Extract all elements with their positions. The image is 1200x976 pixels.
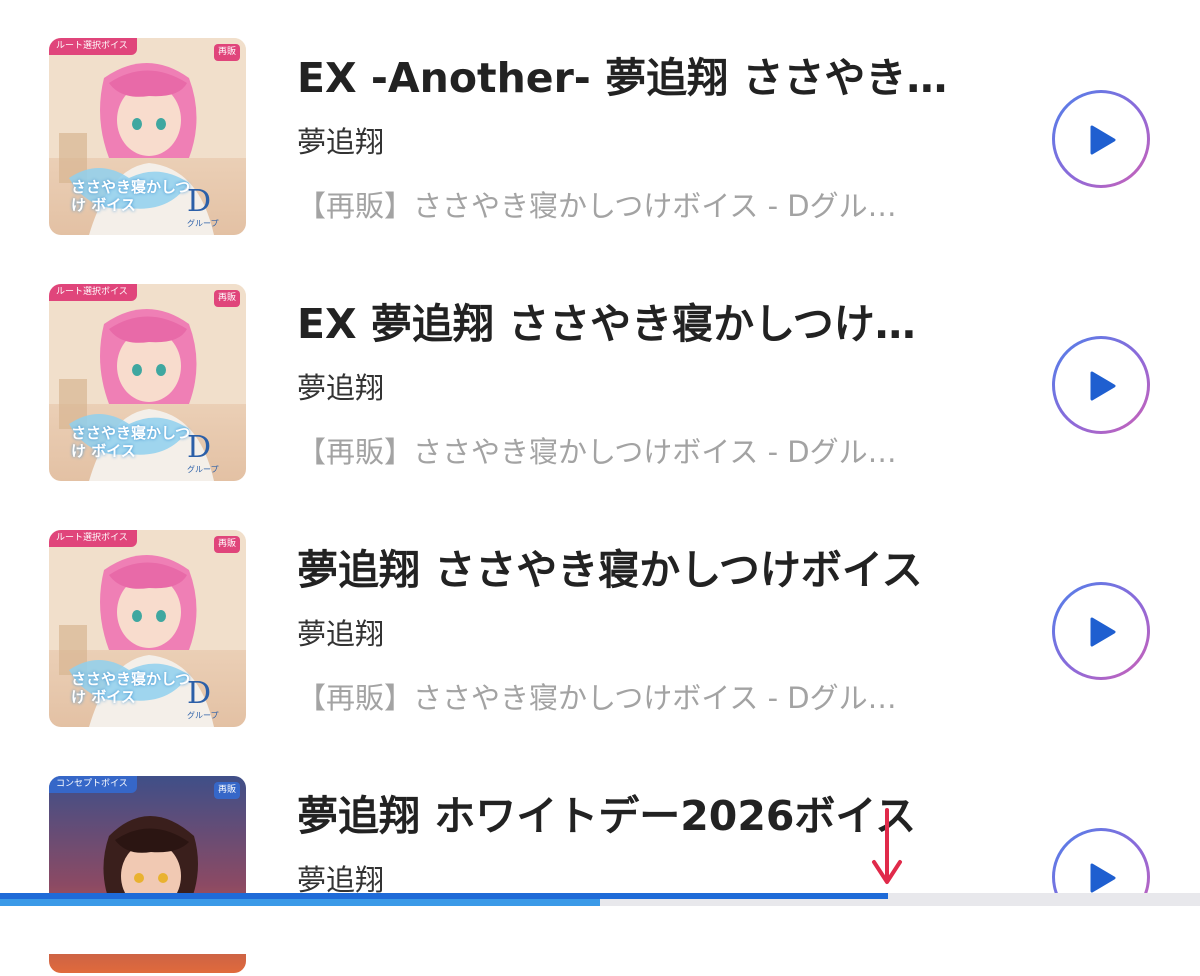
play-icon [1090, 617, 1116, 647]
thumb-logo: ささやき寝かしつけ ボイス [71, 424, 191, 460]
play-icon [1090, 371, 1116, 401]
track-thumbnail: ルート選択ボイス 再販 ささやき寝かしつけ ボイス D グループ [49, 284, 246, 481]
track-thumbnail: ルート選択ボイス 再販 ささやき寝かしつけ ボイス D グループ [49, 38, 246, 235]
thumb-group-letter: D [187, 184, 212, 219]
track-description: 【再販】ささやき寝かしつけボイス - Dグル… [297, 189, 897, 223]
resale-badge: 再販 [213, 782, 240, 799]
resale-badge: 再販 [213, 290, 240, 307]
thumb-group-label: グループ [187, 219, 219, 228]
progress-played [0, 893, 888, 899]
resale-badge: 再販 [213, 536, 240, 553]
down-arrow-icon [872, 808, 902, 884]
track-row[interactable]: ルート選択ボイス 再販 ささやき寝かしつけ ボイス D グループ EX 夢追翔 … [0, 284, 1200, 484]
play-button[interactable] [1052, 582, 1150, 680]
thumb-logo: ささやき寝かしつけ ボイス [71, 178, 191, 214]
track-thumbnail: ルート選択ボイス 再販 ささやき寝かしつけ ボイス D グループ [49, 530, 246, 727]
track-artist: 夢追翔 [297, 371, 385, 405]
thumb-tag: ルート選択ボイス [49, 38, 137, 55]
track-list: ルート選択ボイス 再販 ささやき寝かしつけ ボイス D グループ EX -Ano… [0, 0, 1200, 973]
track-artist: 夢追翔 [297, 125, 385, 159]
play-button[interactable] [1052, 336, 1150, 434]
track-row[interactable]: ルート選択ボイス 再販 ささやき寝かしつけ ボイス D グループ 夢追翔 ささや… [0, 530, 1200, 730]
bottom-area [0, 906, 1200, 954]
thumb-group-letter: D [187, 430, 212, 465]
play-icon [1090, 863, 1116, 893]
track-row[interactable]: ルート選択ボイス 再販 ささやき寝かしつけ ボイス D グループ EX -Ano… [0, 38, 1200, 238]
track-title: EX -Another- 夢追翔 ささやき… [297, 54, 948, 102]
thumb-logo: ささやき寝かしつけ ボイス [71, 670, 191, 706]
play-icon [1090, 125, 1116, 155]
thumb-group-letter: D [187, 676, 212, 711]
track-artist: 夢追翔 [297, 617, 385, 651]
thumb-tag: ルート選択ボイス [49, 284, 137, 301]
thumb-tag: ルート選択ボイス [49, 530, 137, 547]
track-description: 【再販】ささやき寝かしつけボイス - Dグル… [297, 435, 897, 469]
resale-badge: 再販 [213, 44, 240, 61]
thumb-group-label: グループ [187, 465, 219, 474]
play-button[interactable] [1052, 90, 1150, 188]
playback-progress-bar[interactable] [0, 893, 1200, 906]
track-title: 夢追翔 ささやき寝かしつけボイス [297, 546, 923, 594]
track-title: EX 夢追翔 ささやき寝かしつけ… [297, 300, 916, 348]
thumb-tag: コンセプトボイス [49, 776, 137, 793]
thumb-group-label: グループ [187, 711, 219, 720]
track-description: 【再販】ささやき寝かしつけボイス - Dグル… [297, 681, 897, 715]
